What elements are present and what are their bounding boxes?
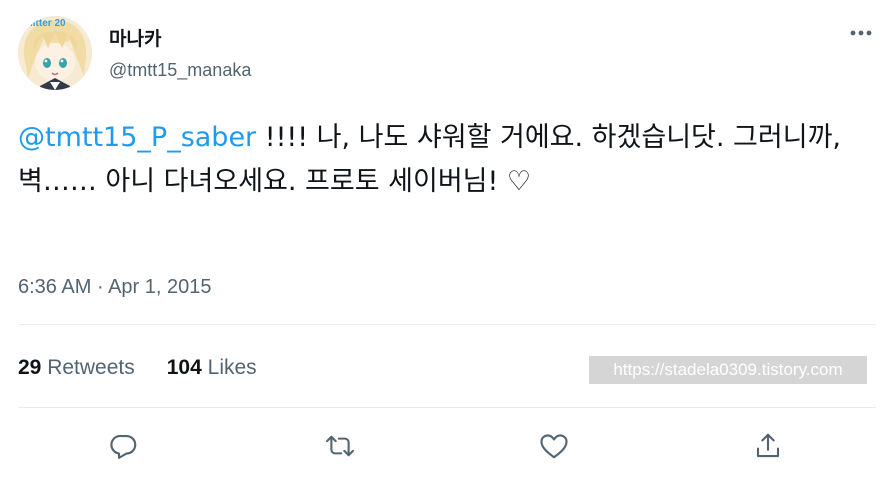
mention-link[interactable]: @tmtt15_P_saber	[18, 122, 256, 153]
divider-bottom	[18, 407, 876, 408]
retweets-count: 29	[18, 356, 42, 379]
reply-icon	[110, 434, 137, 459]
reply-button[interactable]	[104, 426, 144, 466]
share-button[interactable]	[748, 426, 788, 466]
display-name[interactable]: 마나카	[109, 24, 161, 51]
tweet-text: @tmtt15_P_saber !!!! 나, 나도 샤워할 거에요. 하겠습니…	[18, 116, 870, 204]
watermark: https://stadela0309.tistory.com	[589, 356, 867, 384]
timestamp-separator: ·	[91, 276, 109, 298]
more-options-button[interactable]	[846, 22, 876, 44]
likes-label: Likes	[207, 356, 257, 379]
avatar[interactable]: iitter 20	[18, 16, 92, 90]
like-button[interactable]	[534, 426, 574, 466]
timestamp: 6:36 AM · Apr 1, 2015	[18, 276, 211, 299]
retweet-button[interactable]	[320, 426, 360, 466]
user-handle[interactable]: @tmtt15_manaka	[109, 60, 251, 81]
retweets-stat[interactable]: 29 Retweets	[18, 356, 135, 379]
more-icon	[850, 30, 872, 36]
likes-stat[interactable]: 104 Likes	[167, 356, 257, 379]
retweet-icon	[326, 435, 354, 457]
tweet-time[interactable]: 6:36 AM	[18, 276, 91, 298]
avatar-badge: iitter 20	[30, 18, 66, 29]
likes-count: 104	[166, 356, 202, 379]
retweets-label: Retweets	[47, 356, 135, 379]
engagement-stats: 29 Retweets 104 Likes	[18, 356, 289, 380]
tweet-date[interactable]: Apr 1, 2015	[108, 276, 211, 298]
heart-icon	[540, 434, 568, 459]
divider-top	[18, 324, 876, 325]
share-icon	[756, 433, 780, 458]
